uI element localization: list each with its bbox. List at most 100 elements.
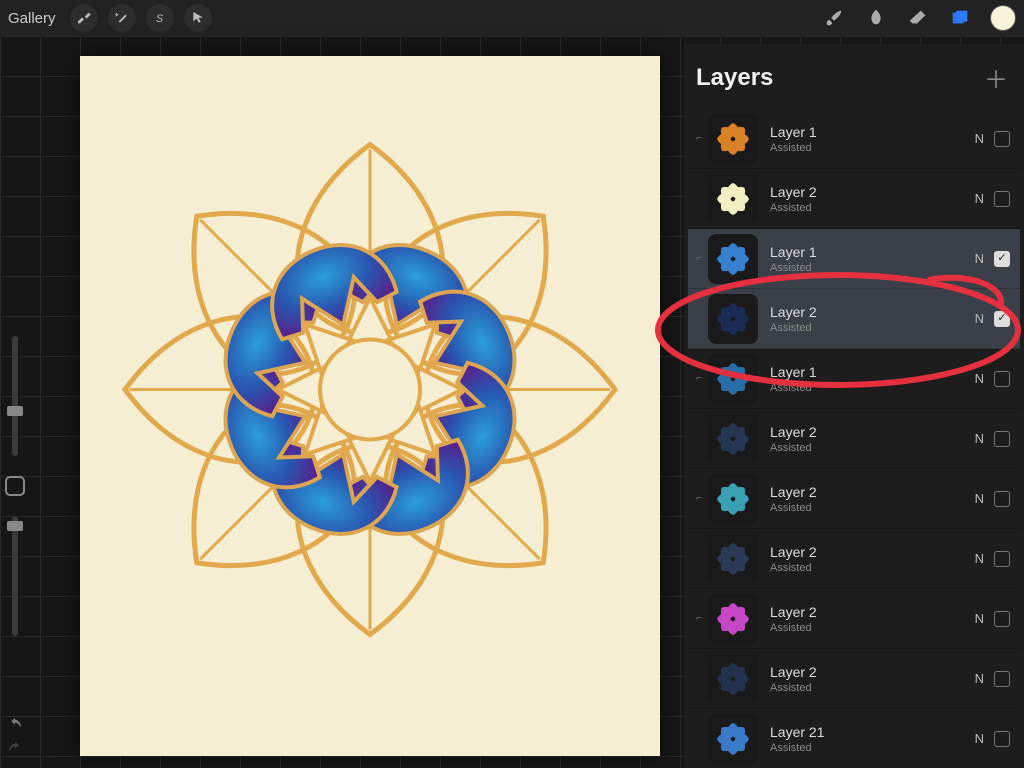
visibility-checkbox[interactable] [994, 611, 1010, 627]
layer-thumbnail[interactable] [708, 474, 758, 524]
layer-thumbnail[interactable] [708, 654, 758, 704]
visibility-checkbox[interactable] [994, 311, 1010, 327]
visibility-checkbox[interactable] [994, 491, 1010, 507]
layer-thumbnail[interactable] [708, 594, 758, 644]
layer-subtitle: Assisted [770, 142, 817, 154]
layers-panel: Layers ＋ ⌐ Layer 1 Assisted N Layer 2 As… [684, 44, 1024, 768]
artwork-mandala [110, 130, 630, 655]
layer-subtitle: Assisted [770, 322, 817, 334]
color-swatch[interactable] [990, 5, 1016, 31]
layer-name: Layer 2 [770, 184, 817, 200]
blend-mode-indicator[interactable]: N [975, 491, 984, 506]
layer-row[interactable]: Layer 2 Assisted N [688, 169, 1020, 229]
arrow-cursor-icon [190, 10, 206, 26]
layer-thumbnail[interactable] [708, 114, 758, 164]
undo-redo [6, 716, 24, 758]
layer-thumbnail[interactable] [708, 414, 758, 464]
undo-icon[interactable] [6, 716, 24, 734]
brush-tool[interactable] [822, 6, 846, 30]
layer-row[interactable]: ⌐ Layer 1 Assisted N [688, 349, 1020, 409]
layer-subtitle: Assisted [770, 442, 817, 454]
add-layer-button[interactable]: ＋ [984, 60, 1008, 95]
layer-thumbnail[interactable] [708, 294, 758, 344]
layer-row[interactable]: Layer 2 Assisted N [688, 529, 1020, 589]
layer-name: Layer 21 [770, 724, 824, 740]
slider-thumb[interactable] [7, 406, 23, 416]
layer-subtitle: Assisted [770, 262, 817, 274]
layer-name: Layer 2 [770, 604, 817, 620]
gallery-button[interactable]: Gallery [8, 10, 60, 27]
eraser-tool[interactable] [906, 6, 930, 30]
layer-name: Layer 2 [770, 544, 817, 560]
blend-mode-indicator[interactable]: N [975, 371, 984, 386]
layer-subtitle: Assisted [770, 622, 817, 634]
layer-thumbnail[interactable] [708, 234, 758, 284]
layer-name: Layer 2 [770, 304, 817, 320]
layer-thumbnail[interactable] [708, 174, 758, 224]
layer-subtitle: Assisted [770, 742, 824, 754]
blend-mode-indicator[interactable]: N [975, 551, 984, 566]
top-toolbar: Gallery S [0, 0, 1024, 36]
visibility-checkbox[interactable] [994, 551, 1010, 567]
layer-row[interactable]: Layer 2 Assisted N [688, 409, 1020, 469]
left-sidebar [4, 336, 26, 636]
smudge-tool[interactable] [864, 6, 888, 30]
blend-mode-indicator[interactable]: N [975, 251, 984, 266]
smudge-icon [865, 7, 887, 29]
layer-row[interactable]: ⌐ Layer 1 Assisted N [688, 109, 1020, 169]
blend-mode-indicator[interactable]: N [975, 311, 984, 326]
layers-tool[interactable] [948, 6, 972, 30]
layer-row[interactable]: ⌐ Layer 2 Assisted N [688, 589, 1020, 649]
blend-mode-indicator[interactable]: N [975, 731, 984, 746]
blend-mode-indicator[interactable]: N [975, 431, 984, 446]
app-root: Gallery S [0, 0, 1024, 768]
slider-thumb[interactable] [7, 521, 23, 531]
blend-mode-indicator[interactable]: N [975, 611, 984, 626]
layer-name: Layer 1 [770, 364, 817, 380]
transform-button[interactable] [184, 4, 212, 32]
layer-thumbnail[interactable] [708, 354, 758, 404]
redo-icon[interactable] [6, 740, 24, 758]
layer-row[interactable]: Layer 21 Assisted N [688, 709, 1020, 768]
visibility-checkbox[interactable] [994, 131, 1010, 147]
selection-button[interactable]: S [146, 4, 174, 32]
layer-name: Layer 2 [770, 664, 817, 680]
blend-mode-indicator[interactable]: N [975, 671, 984, 686]
group-toggle-icon[interactable]: ⌐ [692, 133, 706, 144]
blend-mode-indicator[interactable]: N [975, 131, 984, 146]
layer-subtitle: Assisted [770, 502, 817, 514]
layer-subtitle: Assisted [770, 382, 817, 394]
group-toggle-icon[interactable]: ⌐ [692, 253, 706, 264]
layer-thumbnail[interactable] [708, 534, 758, 584]
brush-size-slider[interactable] [12, 336, 18, 456]
adjustments-button[interactable] [70, 4, 98, 32]
modify-button[interactable] [5, 476, 25, 496]
group-toggle-icon[interactable]: ⌐ [692, 493, 706, 504]
layers-list[interactable]: ⌐ Layer 1 Assisted N Layer 2 Assisted N [688, 109, 1020, 768]
artboard[interactable] [80, 56, 660, 756]
opacity-slider[interactable] [12, 516, 18, 636]
layers-title: Layers [696, 64, 773, 92]
group-toggle-icon[interactable]: ⌐ [692, 373, 706, 384]
visibility-checkbox[interactable] [994, 251, 1010, 267]
visibility-checkbox[interactable] [994, 731, 1010, 747]
visibility-checkbox[interactable] [994, 671, 1010, 687]
wand-icon [114, 10, 130, 26]
brush-icon [823, 7, 845, 29]
layer-row[interactable]: Layer 2 Assisted N [688, 649, 1020, 709]
layer-name: Layer 2 [770, 484, 817, 500]
blend-mode-indicator[interactable]: N [975, 191, 984, 206]
layer-row[interactable]: ⌐ Layer 2 Assisted N [688, 469, 1020, 529]
visibility-checkbox[interactable] [994, 431, 1010, 447]
visibility-checkbox[interactable] [994, 191, 1010, 207]
layer-name: Layer 1 [770, 124, 817, 140]
magic-button[interactable] [108, 4, 136, 32]
group-toggle-icon[interactable]: ⌐ [692, 613, 706, 624]
svg-text:S: S [156, 13, 163, 25]
layer-row[interactable]: ⌐ Layer 1 Assisted N [688, 229, 1020, 289]
eraser-icon [907, 7, 929, 29]
layer-thumbnail[interactable] [708, 714, 758, 764]
visibility-checkbox[interactable] [994, 371, 1010, 387]
layer-row[interactable]: Layer 2 Assisted N [688, 289, 1020, 349]
layer-subtitle: Assisted [770, 682, 817, 694]
